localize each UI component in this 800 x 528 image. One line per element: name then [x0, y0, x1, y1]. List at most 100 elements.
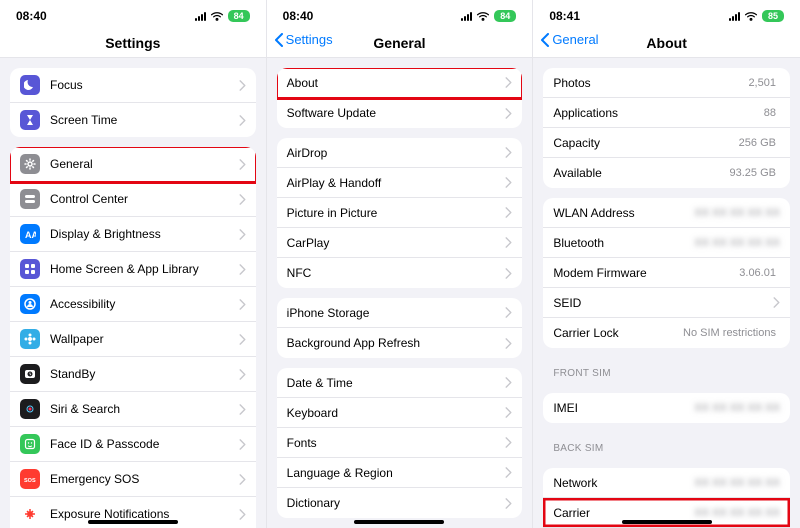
row-label: WLAN Address [553, 206, 694, 220]
person-icon [20, 294, 40, 314]
home-indicator[interactable] [622, 520, 712, 524]
content: FocusScreen Time GeneralControl Center Dis… [0, 58, 266, 528]
row-available[interactable]: Available93.25 GB [543, 158, 790, 188]
row-faceid[interactable]: Face ID & Passcode [10, 427, 256, 462]
row-label: AirPlay & Handoff [287, 176, 506, 190]
page-title: About [646, 35, 686, 51]
section-header: FRONT SIM [533, 358, 800, 383]
chevron-right-icon [505, 307, 512, 318]
row-label: Date & Time [287, 376, 506, 390]
chevron-right-icon [505, 498, 512, 509]
row-value: 88 [764, 107, 776, 119]
signal-icon [729, 11, 740, 21]
row-control-center[interactable]: Control Center [10, 182, 256, 217]
clock-icon [20, 364, 40, 384]
row-label: Home Screen & App Library [50, 262, 239, 276]
chevron-left-icon [539, 33, 551, 47]
battery-indicator: 84 [228, 10, 250, 22]
row-bg-refresh[interactable]: Background App Refresh [277, 328, 523, 358]
row-label: StandBy [50, 367, 239, 381]
row-apps[interactable]: Applications88 [543, 98, 790, 128]
text-icon [20, 224, 40, 244]
row-home-screen[interactable]: Home Screen & App Library [10, 252, 256, 287]
settings-group: IMEIXX XX XX XX XX [543, 393, 790, 423]
content: About Software Update AirDrop AirPlay & Han… [267, 58, 533, 528]
row-language[interactable]: Language & Region [277, 458, 523, 488]
status-bar: 08:41 85 [533, 0, 800, 28]
row-capacity[interactable]: Capacity256 GB [543, 128, 790, 158]
row-label: Wallpaper [50, 332, 239, 346]
home-indicator[interactable] [88, 520, 178, 524]
row-label: Keyboard [287, 406, 506, 420]
status-time: 08:40 [283, 9, 314, 23]
chevron-left-icon [273, 33, 285, 47]
row-standby[interactable]: StandBy [10, 357, 256, 392]
chevron-right-icon [239, 404, 246, 415]
row-label: Face ID & Passcode [50, 437, 239, 451]
row-carplay[interactable]: CarPlay [277, 228, 523, 258]
row-value-hidden: XX XX XX XX XX [694, 507, 780, 519]
chevron-right-icon [505, 338, 512, 349]
row-network[interactable]: NetworkXX XX XX XX XX [543, 468, 790, 498]
chevron-right-icon [505, 237, 512, 248]
row-label: Display & Brightness [50, 227, 239, 241]
row-imei[interactable]: IMEIXX XX XX XX XX [543, 393, 790, 423]
row-label: Software Update [287, 106, 506, 120]
row-label: Applications [553, 106, 763, 120]
row-value: 93.25 GB [729, 167, 775, 179]
row-screen-time[interactable]: Screen Time [10, 103, 256, 137]
wifi-icon [476, 11, 490, 21]
status-time: 08:40 [16, 9, 47, 23]
battery-indicator: 85 [762, 10, 784, 22]
row-software-update[interactable]: Software Update [277, 98, 523, 128]
chevron-right-icon [505, 467, 512, 478]
virus-icon [20, 504, 40, 524]
row-date-time[interactable]: Date & Time [277, 368, 523, 398]
row-sos[interactable]: Emergency SOS [10, 462, 256, 497]
row-wallpaper[interactable]: Wallpaper [10, 322, 256, 357]
row-modem[interactable]: Modem Firmware3.06.01 [543, 258, 790, 288]
flower-icon [20, 329, 40, 349]
row-general[interactable]: General [10, 147, 256, 182]
row-keyboard[interactable]: Keyboard [277, 398, 523, 428]
nav-bar: Settings General [267, 28, 533, 58]
row-airdrop[interactable]: AirDrop [277, 138, 523, 168]
home-indicator[interactable] [354, 520, 444, 524]
row-carrier-lock[interactable]: Carrier LockNo SIM restrictions [543, 318, 790, 348]
chevron-right-icon [773, 297, 780, 308]
back-button[interactable]: Settings [273, 32, 333, 47]
row-airplay[interactable]: AirPlay & Handoff [277, 168, 523, 198]
status-time: 08:41 [549, 9, 580, 23]
back-button[interactable]: General [539, 32, 598, 47]
screen-1: 08:4084SettingsGeneralAboutSoftware Upda… [267, 0, 534, 528]
row-about[interactable]: About [277, 68, 523, 98]
row-fonts[interactable]: Fonts [277, 428, 523, 458]
row-focus[interactable]: Focus [10, 68, 256, 103]
row-display[interactable]: Display & Brightness [10, 217, 256, 252]
row-pip[interactable]: Picture in Picture [277, 198, 523, 228]
row-nfc[interactable]: NFC [277, 258, 523, 288]
row-label: CarPlay [287, 236, 506, 250]
row-seid[interactable]: SEID [543, 288, 790, 318]
row-label: iPhone Storage [287, 306, 506, 320]
moon-icon [20, 75, 40, 95]
wifi-icon [744, 11, 758, 21]
row-dictionary[interactable]: Dictionary [277, 488, 523, 518]
settings-group: Photos2,501Applications88Capacity256 GBA… [543, 68, 790, 188]
page-title: General [373, 35, 425, 51]
row-label: SEID [553, 296, 773, 310]
row-accessibility[interactable]: Accessibility [10, 287, 256, 322]
chevron-right-icon [505, 108, 512, 119]
chevron-right-icon [239, 509, 246, 520]
row-siri[interactable]: Siri & Search [10, 392, 256, 427]
row-photos[interactable]: Photos2,501 [543, 68, 790, 98]
row-value-hidden: XX XX XX XX XX [694, 207, 780, 219]
row-iphone-storage[interactable]: iPhone Storage [277, 298, 523, 328]
chevron-right-icon [505, 268, 512, 279]
row-label: NFC [287, 266, 506, 280]
chevron-right-icon [505, 147, 512, 158]
settings-group: AirDrop AirPlay & Handoff Picture in Pictu… [277, 138, 523, 288]
row-label: AirDrop [287, 146, 506, 160]
row-bluetooth[interactable]: BluetoothXX XX XX XX XX [543, 228, 790, 258]
row-wlan[interactable]: WLAN AddressXX XX XX XX XX [543, 198, 790, 228]
